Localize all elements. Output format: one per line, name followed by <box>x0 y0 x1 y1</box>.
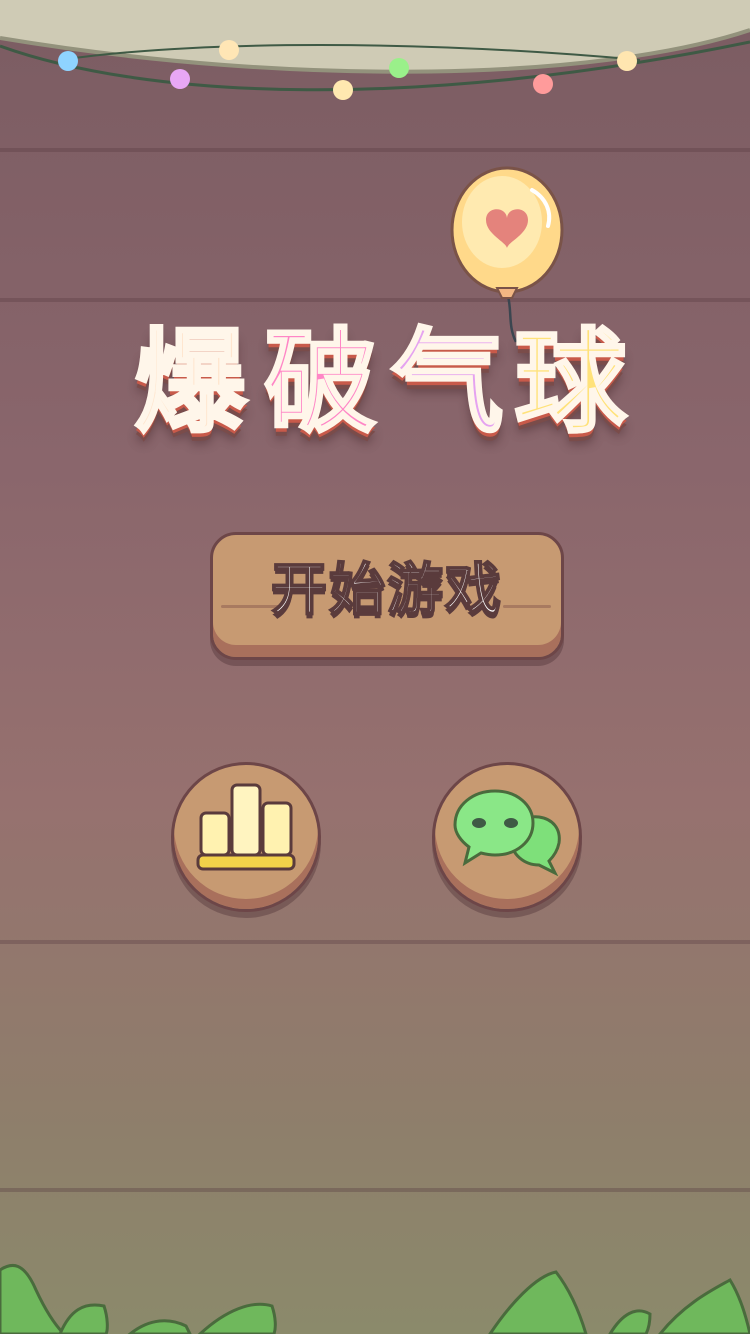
balloon-illustration <box>450 166 564 343</box>
leaderboard-icon <box>196 783 296 871</box>
title-char-2: 破 <box>263 317 378 450</box>
start-game-button[interactable]: 开始游戏 <box>210 532 564 660</box>
title-char-1: 爆 <box>133 317 248 450</box>
start-game-label: 开始游戏 <box>270 557 503 624</box>
wechat-icon <box>453 789 561 877</box>
title-char-3: 气 <box>390 317 505 450</box>
light-bulb <box>333 80 353 100</box>
light-bulb <box>389 58 409 78</box>
light-bulb <box>617 51 637 71</box>
game-start-screen: 爆 破 气 球 开始游戏 <box>0 0 750 1334</box>
grass <box>0 1263 750 1334</box>
light-bulb <box>219 40 239 60</box>
light-bulb <box>533 74 553 94</box>
light-bulb <box>170 69 190 89</box>
title-char-4: 球 <box>513 317 628 450</box>
scenery <box>0 0 750 1334</box>
leaderboard-button[interactable] <box>171 762 321 912</box>
wechat-share-button[interactable] <box>432 762 582 912</box>
canopy <box>0 0 750 74</box>
light-bulb <box>58 51 78 71</box>
